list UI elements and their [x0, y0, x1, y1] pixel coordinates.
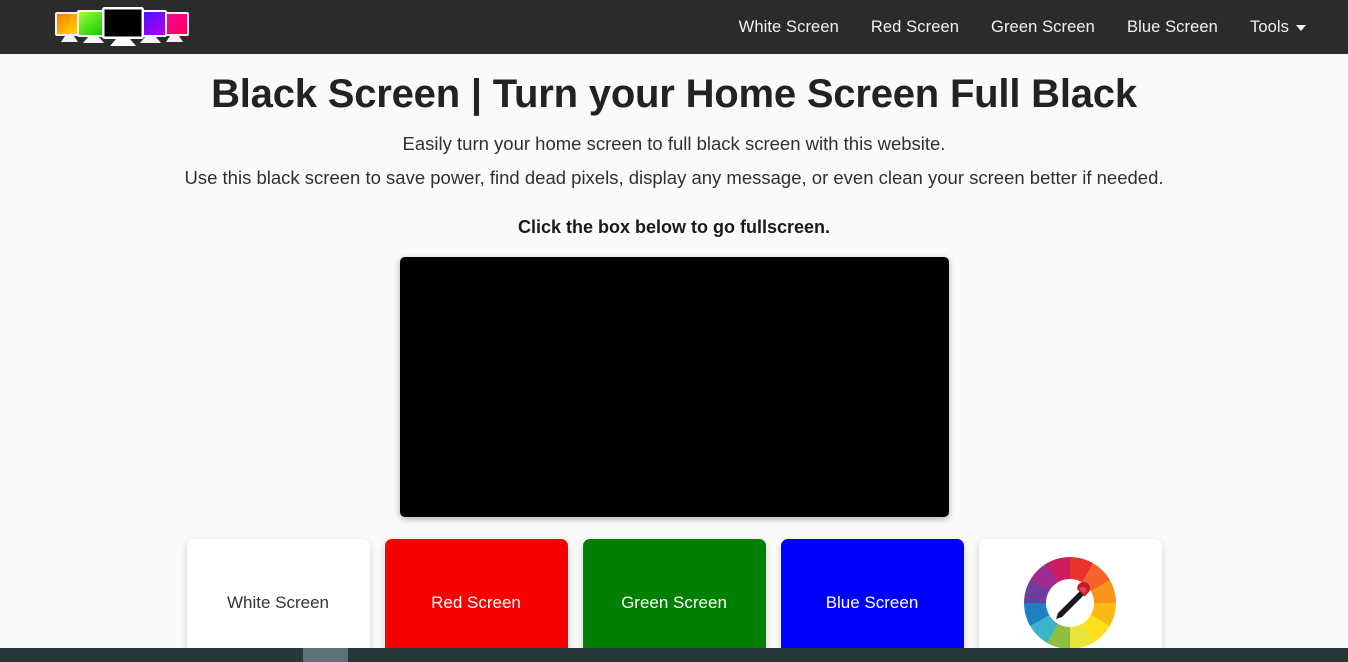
color-screen-cards: White Screen Red Screen Green Screen Blu…: [0, 539, 1348, 662]
card-green-screen[interactable]: Green Screen: [582, 539, 766, 662]
nav-green-screen[interactable]: Green Screen: [975, 12, 1111, 43]
nav-blue-screen[interactable]: Blue Screen: [1111, 12, 1234, 43]
site-header: White Screen Red Screen Green Screen Blu…: [0, 0, 1348, 54]
brand-logo-link[interactable]: [52, 5, 192, 49]
card-blue-screen-label: Blue Screen: [825, 593, 919, 613]
card-red-screen-label: Red Screen: [431, 593, 521, 613]
nav-tools-label: Tools: [1249, 17, 1289, 36]
page-title: Black Screen | Turn your Home Screen Ful…: [211, 72, 1137, 116]
color-wheel-eyedropper-icon: [1024, 557, 1116, 650]
card-green-screen-label: Green Screen: [621, 593, 727, 613]
card-color-picker[interactable]: [978, 539, 1162, 662]
chevron-down-icon: [1296, 25, 1306, 31]
card-white-screen-label: White Screen: [226, 593, 330, 613]
card-white-screen[interactable]: White Screen: [186, 539, 370, 662]
card-blue-screen[interactable]: Blue Screen: [780, 539, 964, 662]
card-red-screen[interactable]: Red Screen: [384, 539, 568, 662]
taskbar-active-window[interactable]: [303, 648, 348, 662]
nav-red-screen[interactable]: Red Screen: [855, 12, 975, 43]
fullscreen-black-box[interactable]: [399, 257, 949, 518]
description-line-1: Easily turn your home screen to full bla…: [402, 133, 946, 154]
fullscreen-instruction: Click the box below to go fullscreen.: [517, 217, 831, 238]
os-taskbar: [0, 648, 1348, 662]
color-screens-logo: [55, 7, 189, 46]
description-line-2: Use this black screen to save power, fin…: [184, 166, 1164, 188]
nav-tools-dropdown[interactable]: Tools: [1234, 12, 1312, 43]
main-navigation: White Screen Red Screen Green Screen Blu…: [723, 12, 1312, 43]
nav-white-screen[interactable]: White Screen: [723, 12, 855, 43]
main-content: Black Screen | Turn your Home Screen Ful…: [0, 54, 1348, 662]
